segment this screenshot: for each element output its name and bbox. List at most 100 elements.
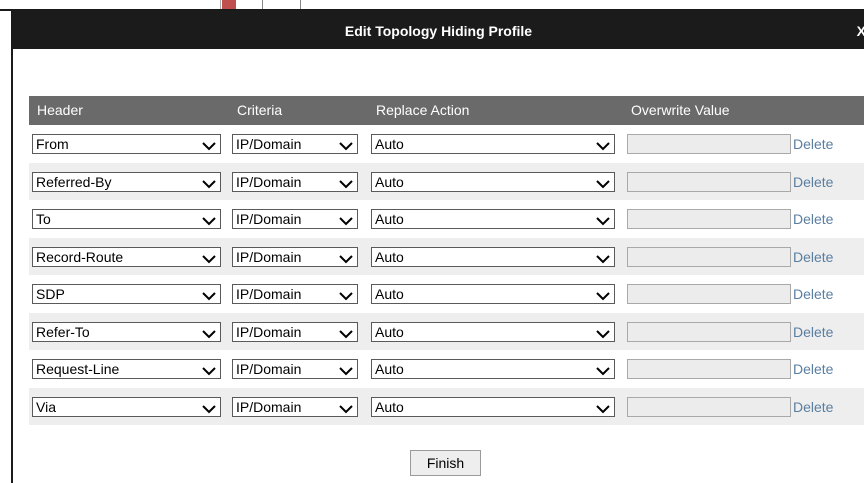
replace-action-select[interactable]: Auto bbox=[371, 359, 615, 379]
column-header-criteria: Criteria bbox=[237, 102, 283, 118]
replace-action-select[interactable]: Auto bbox=[371, 171, 615, 192]
dialog-title: Edit Topology Hiding Profile bbox=[344, 23, 533, 39]
criteria-select[interactable]: IP/Domain bbox=[232, 246, 358, 267]
header-select[interactable]: SDP bbox=[32, 284, 221, 304]
replace-action-select-value: Auto bbox=[375, 361, 404, 377]
header-select[interactable]: Via bbox=[32, 396, 221, 417]
delete-link[interactable]: Delete bbox=[793, 359, 833, 379]
column-header-overwrite-value: Overwrite Value bbox=[631, 102, 730, 118]
criteria-select-value: IP/Domain bbox=[236, 173, 302, 190]
chevron-down-icon bbox=[339, 326, 353, 338]
replace-action-select-value: Auto bbox=[375, 173, 404, 190]
close-button[interactable]: X bbox=[857, 11, 864, 51]
header-select[interactable]: To bbox=[32, 209, 221, 229]
replace-action-select[interactable]: Auto bbox=[371, 284, 615, 304]
column-header-replace-action: Replace Action bbox=[376, 102, 470, 118]
overwrite-value-input[interactable] bbox=[627, 171, 791, 192]
header-select-value: From bbox=[36, 136, 69, 152]
replace-action-select[interactable]: Auto bbox=[371, 396, 615, 417]
overwrite-value-input[interactable] bbox=[627, 284, 791, 304]
chevron-down-icon bbox=[339, 401, 353, 413]
chevron-down-icon bbox=[596, 326, 610, 338]
chevron-down-icon bbox=[339, 176, 353, 188]
header-select-value: Referred-By bbox=[36, 173, 112, 190]
header-select-value: Request-Line bbox=[36, 361, 120, 377]
overwrite-value-input[interactable] bbox=[627, 246, 791, 267]
finish-button[interactable]: Finish bbox=[410, 450, 481, 476]
criteria-select[interactable]: IP/Domain bbox=[232, 171, 358, 192]
header-select[interactable]: Refer-To bbox=[32, 321, 221, 342]
criteria-select[interactable]: IP/Domain bbox=[232, 396, 358, 417]
criteria-select[interactable]: IP/Domain bbox=[232, 134, 358, 154]
criteria-select-value: IP/Domain bbox=[236, 136, 302, 152]
replace-action-select-value: Auto bbox=[375, 136, 404, 152]
chevron-down-icon bbox=[596, 251, 610, 263]
table-row: SDP IP/Domain Auto Delete bbox=[29, 275, 864, 312]
chevron-down-icon bbox=[202, 213, 216, 226]
chevron-down-icon bbox=[202, 251, 216, 263]
chevron-down-icon bbox=[202, 288, 216, 301]
table-row: To IP/Domain Auto Delete bbox=[29, 200, 864, 237]
header-select[interactable]: Request-Line bbox=[32, 359, 221, 379]
overwrite-value-input[interactable] bbox=[627, 209, 791, 229]
replace-action-select-value: Auto bbox=[375, 323, 404, 340]
delete-link[interactable]: Delete bbox=[793, 284, 833, 304]
chevron-down-icon bbox=[339, 213, 353, 226]
chevron-down-icon bbox=[596, 363, 610, 376]
criteria-select-value: IP/Domain bbox=[236, 323, 302, 340]
chevron-down-icon bbox=[596, 288, 610, 301]
chevron-down-icon bbox=[339, 363, 353, 376]
replace-action-select[interactable]: Auto bbox=[371, 246, 615, 267]
background-artifact bbox=[300, 0, 315, 9]
header-select[interactable]: Referred-By bbox=[32, 171, 221, 192]
delete-link[interactable]: Delete bbox=[793, 209, 833, 229]
dialog-left-border bbox=[11, 11, 13, 483]
header-select-value: Refer-To bbox=[36, 323, 90, 340]
chevron-down-icon bbox=[202, 138, 216, 151]
delete-link[interactable]: Delete bbox=[793, 397, 833, 417]
header-select-value: To bbox=[36, 211, 51, 227]
overwrite-value-input[interactable] bbox=[627, 134, 791, 154]
chevron-down-icon bbox=[202, 363, 216, 376]
criteria-select[interactable]: IP/Domain bbox=[232, 209, 358, 229]
criteria-select-value: IP/Domain bbox=[236, 286, 302, 302]
header-select[interactable]: From bbox=[32, 134, 221, 154]
overwrite-value-input[interactable] bbox=[627, 321, 791, 342]
criteria-select[interactable]: IP/Domain bbox=[232, 359, 358, 379]
criteria-select-value: IP/Domain bbox=[236, 211, 302, 227]
header-select-value: SDP bbox=[36, 286, 65, 302]
overwrite-value-input[interactable] bbox=[627, 359, 791, 379]
replace-action-select[interactable]: Auto bbox=[371, 134, 615, 154]
replace-action-select[interactable]: Auto bbox=[371, 321, 615, 342]
header-select-value: Record-Route bbox=[36, 248, 124, 265]
table-row: Request-Line IP/Domain Auto Delete bbox=[29, 350, 864, 387]
chevron-down-icon bbox=[596, 401, 610, 413]
table-row: Via IP/Domain Auto Delete bbox=[29, 387, 864, 425]
replace-action-select-value: Auto bbox=[375, 286, 404, 302]
column-header-header: Header bbox=[37, 102, 83, 118]
background-artifact bbox=[206, 0, 221, 9]
delete-link[interactable]: Delete bbox=[793, 247, 833, 267]
background-artifact bbox=[262, 0, 277, 9]
criteria-select[interactable]: IP/Domain bbox=[232, 284, 358, 304]
criteria-select-value: IP/Domain bbox=[236, 361, 302, 377]
table-row: From IP/Domain Auto Delete bbox=[29, 125, 864, 162]
delete-link[interactable]: Delete bbox=[793, 172, 833, 192]
chevron-down-icon bbox=[339, 251, 353, 263]
replace-action-select[interactable]: Auto bbox=[371, 209, 615, 229]
header-select[interactable]: Record-Route bbox=[32, 246, 221, 267]
chevron-down-icon bbox=[596, 138, 610, 151]
delete-link[interactable]: Delete bbox=[793, 322, 833, 342]
chevron-down-icon bbox=[596, 213, 610, 226]
replace-action-select-value: Auto bbox=[375, 398, 404, 415]
delete-link[interactable]: Delete bbox=[793, 134, 833, 154]
chevron-down-icon bbox=[339, 138, 353, 151]
header-select-value: Via bbox=[36, 398, 56, 415]
table-header: Header Criteria Replace Action Overwrite… bbox=[29, 96, 864, 125]
criteria-select-value: IP/Domain bbox=[236, 398, 302, 415]
overwrite-value-input[interactable] bbox=[627, 396, 791, 417]
chevron-down-icon bbox=[202, 401, 216, 413]
criteria-select[interactable]: IP/Domain bbox=[232, 321, 358, 342]
background-window-edge bbox=[0, 0, 864, 11]
chevron-down-icon bbox=[202, 326, 216, 338]
